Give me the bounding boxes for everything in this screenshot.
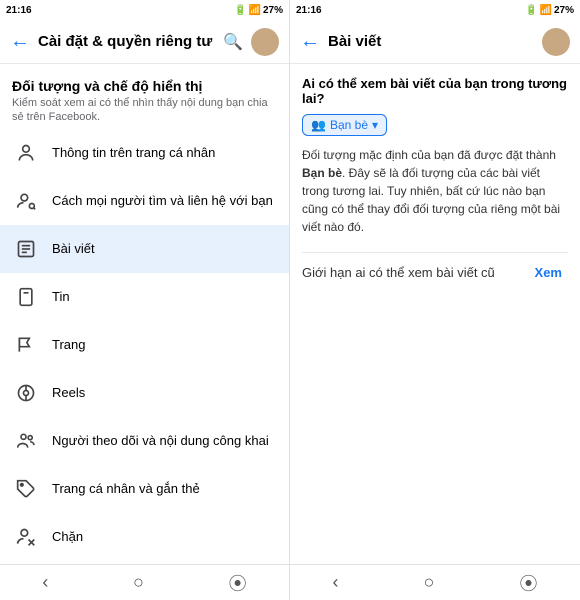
followers-icon xyxy=(12,427,40,455)
menu-nav-left[interactable]: ⦿ xyxy=(209,566,267,600)
friends-badge-label: Bạn bè xyxy=(330,118,368,132)
view-button[interactable]: Xem xyxy=(529,261,568,284)
person-icon xyxy=(12,139,40,167)
left-header-icons: 🔍 xyxy=(223,28,279,56)
menu-label-block: Chặn xyxy=(52,529,277,544)
back-nav-left[interactable]: ‹ xyxy=(22,568,68,597)
menu-label-profile-info: Thông tin trên trang cá nhân xyxy=(52,145,277,160)
section-subtitle: Kiểm soát xem ai có thể nhìn thấy nội du… xyxy=(12,96,277,125)
home-nav-left[interactable]: ○ xyxy=(113,568,164,597)
friends-icon: 👥 xyxy=(311,118,326,132)
menu-item-stories[interactable]: Tin xyxy=(0,273,289,321)
reels-icon xyxy=(12,379,40,407)
menu-item-pages[interactable]: Trang xyxy=(0,321,289,369)
back-nav-right[interactable]: ‹ xyxy=(313,568,359,597)
signal-text-right: 27% xyxy=(554,5,574,16)
menu-item-followers[interactable]: Người theo dõi và nội dung công khai xyxy=(0,417,289,465)
status-bar-right: 21:16 🔋 📶 27% xyxy=(290,0,580,20)
story-icon xyxy=(12,283,40,311)
menu-item-block[interactable]: Chặn xyxy=(0,513,289,561)
right-panel: 21:16 🔋 📶 27% ← Bài viết Ai có thể xem b… xyxy=(290,0,580,600)
limit-text: Giới hạn ai có thể xem bài viết cũ xyxy=(302,265,529,280)
battery-icon-right: 🔋 xyxy=(525,5,537,16)
section-header: Đối tượng và chế độ hiển thị Kiểm soát x… xyxy=(0,64,289,129)
signal-text-left: 27% xyxy=(263,5,283,16)
menu-item-profile-info[interactable]: Thông tin trên trang cá nhân xyxy=(0,129,289,177)
home-nav-right[interactable]: ○ xyxy=(404,568,455,597)
menu-item-find-contact[interactable]: Cách mọi người tìm và liên hệ với bạn xyxy=(0,177,289,225)
menu-nav-right[interactable]: ⦿ xyxy=(499,566,557,600)
audience-question: Ai có thể xem bài viết của bạn trong tươ… xyxy=(302,76,568,106)
bottom-nav-left: ‹ ○ ⦿ xyxy=(0,564,289,600)
bottom-nav-right: ‹ ○ ⦿ xyxy=(290,564,580,600)
menu-label-profile-tags: Trang cá nhân và gắn thẻ xyxy=(52,481,277,496)
right-header: ← Bài viết xyxy=(290,20,580,64)
section-title: Đối tượng và chế độ hiển thị xyxy=(12,78,277,94)
left-panel: 21:16 🔋 📶 27% ← Cài đặt & quyền riêng tư… xyxy=(0,0,290,600)
battery-icon-left: 🔋 xyxy=(234,5,246,16)
menu-label-reels: Reels xyxy=(52,385,277,400)
post-icon xyxy=(12,235,40,263)
time-right: 21:16 xyxy=(296,5,322,16)
search-icon[interactable]: 🔍 xyxy=(223,32,243,52)
limit-row: Giới hạn ai có thể xem bài viết cũ Xem xyxy=(302,252,568,292)
person-search-icon xyxy=(12,187,40,215)
avatar-right[interactable] xyxy=(542,28,570,56)
menu-item-profile-tags[interactable]: Trang cá nhân và gắn thẻ xyxy=(0,465,289,513)
status-bar-left: 21:16 🔋 📶 27% xyxy=(0,0,289,20)
dropdown-arrow-icon: ▾ xyxy=(372,118,378,132)
red-arrow xyxy=(290,263,292,283)
menu-label-find-contact: Cách mọi người tìm và liên hệ với bạn xyxy=(52,193,277,208)
right-panel-title: Bài viết xyxy=(328,33,542,50)
status-icons-right: 🔋 📶 27% xyxy=(525,5,574,16)
left-header: ← Cài đặt & quyền riêng tư 🔍 xyxy=(0,20,289,64)
status-icons-left: 🔋 📶 27% xyxy=(234,5,283,16)
right-content: Ai có thể xem bài viết của bạn trong tươ… xyxy=(290,64,580,564)
tag-icon xyxy=(12,475,40,503)
menu-label-stories: Tin xyxy=(52,289,277,304)
friends-badge[interactable]: 👥 Bạn bè ▾ xyxy=(302,114,387,136)
desc-part1: Đối tượng mặc định của bạn đã được đặt t… xyxy=(302,148,556,162)
time-left: 21:16 xyxy=(6,5,32,16)
back-button-left[interactable]: ← xyxy=(10,30,30,53)
flag-icon xyxy=(12,331,40,359)
avatar[interactable] xyxy=(251,28,279,56)
menu-label-posts: Bài viết xyxy=(52,241,277,256)
back-button-right[interactable]: ← xyxy=(300,30,320,53)
left-panel-title: Cài đặt & quyền riêng tư xyxy=(38,33,223,50)
menu-label-pages: Trang xyxy=(52,337,277,352)
desc-bold: Bạn bè xyxy=(302,166,342,180)
block-icon xyxy=(12,523,40,551)
menu-content: Đối tượng và chế độ hiển thị Kiểm soát x… xyxy=(0,64,289,564)
menu-label-followers: Người theo dõi và nội dung công khai xyxy=(52,433,277,448)
menu-item-posts[interactable]: Bài viết xyxy=(0,225,289,273)
wifi-icon-left: 📶 xyxy=(249,5,261,16)
wifi-icon-right: 📶 xyxy=(540,5,552,16)
menu-item-reels[interactable]: Reels xyxy=(0,369,289,417)
audience-description: Đối tượng mặc định của bạn đã được đặt t… xyxy=(302,146,568,236)
